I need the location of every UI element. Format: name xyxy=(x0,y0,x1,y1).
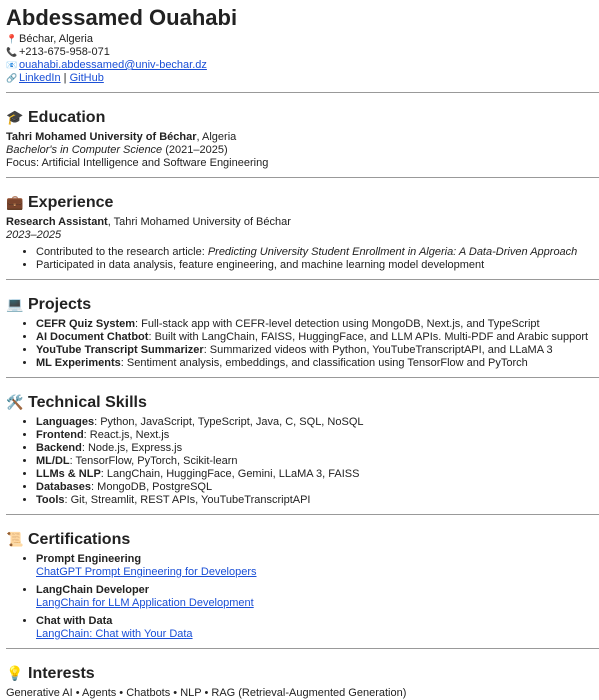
item-name: CEFR Quiz System xyxy=(36,318,136,330)
list-item: Prompt EngineeringChatGPT Prompt Enginee… xyxy=(36,553,599,579)
divider xyxy=(6,514,599,515)
cert-link[interactable]: LangChain: Chat with Your Data xyxy=(36,628,193,640)
article-title: Predicting University Student Enrollment… xyxy=(207,246,578,258)
list-item: Chat with DataLangChain: Chat with Your … xyxy=(36,615,599,641)
scroll-icon: 📜 xyxy=(6,531,24,547)
projects-section: 💻Projects CEFR Quiz System: Full-stack a… xyxy=(6,294,599,370)
divider xyxy=(6,648,599,649)
divider xyxy=(6,177,599,178)
resume: Abdessamed Ouahabi 📍 Béchar, Algeria 📞 +21… xyxy=(0,0,599,700)
item-name: LLMs & NLP xyxy=(36,468,101,480)
cert-name: Chat with Data xyxy=(36,615,113,627)
link-icon: 🔗 xyxy=(6,73,18,83)
section-title: Experience xyxy=(28,194,114,211)
list-item: Contributed to the research article: Pre… xyxy=(36,246,599,259)
location: Béchar, Algeria xyxy=(19,33,93,45)
skills-section: 🛠️Technical Skills Languages: Python, Ja… xyxy=(6,392,599,507)
list-item: LangChain DeveloperLangChain for LLM App… xyxy=(36,584,599,610)
briefcase-icon: 💼 xyxy=(6,194,24,210)
item-desc: : MongoDB, PostgreSQL xyxy=(91,481,213,493)
bullet-text: Participated in data analysis, feature e… xyxy=(36,259,485,271)
item-name: Backend xyxy=(36,442,82,454)
section-title: Education xyxy=(28,109,106,126)
list-item: ML Experiments: Sentiment analysis, embe… xyxy=(36,357,599,370)
education-section: 🎓 Education Tahri Mohamed University of B… xyxy=(6,107,599,170)
list-item: ML/DL: TensorFlow, PyTorch, Scikit-learn xyxy=(36,455,599,468)
item-desc: : Git, Streamlit, REST APIs, YouTubeTran… xyxy=(64,494,311,506)
dates: 2023–2025 xyxy=(6,229,62,241)
item-name: Languages xyxy=(36,416,95,428)
phone-icon: 📞 xyxy=(6,47,18,57)
school-location: , Algeria xyxy=(196,131,237,143)
experience-section: 💼 Experience Research Assistant, Tahri Mo… xyxy=(6,192,599,272)
section-title: Projects xyxy=(28,296,92,313)
section-title: Technical Skills xyxy=(28,394,147,411)
item-desc: : TensorFlow, PyTorch, Scikit-learn xyxy=(69,455,238,467)
list-item: Languages: Python, JavaScript, TypeScrip… xyxy=(36,416,599,429)
laptop-icon: 💻 xyxy=(6,296,24,312)
item-desc: : Full-stack app with CEFR-level detecti… xyxy=(135,318,540,330)
linkedin-link[interactable]: LinkedIn xyxy=(19,72,61,84)
cert-link[interactable]: ChatGPT Prompt Engineering for Developer… xyxy=(36,566,257,578)
degree: Bachelor's in Computer Science xyxy=(6,144,163,156)
item-desc: : React.js, Next.js xyxy=(83,429,170,441)
cert-name: LangChain Developer xyxy=(36,584,150,596)
item-name: Frontend xyxy=(36,429,84,441)
item-name: ML/DL xyxy=(36,455,70,467)
item-name: Databases xyxy=(36,481,92,493)
degree-years: (2021–2025) xyxy=(162,144,228,156)
item-desc: : LangChain, HuggingFace, Gemini, LLaMA … xyxy=(100,468,360,480)
divider xyxy=(6,279,599,280)
interests-section: 💡 Interests Generative AI • Agents • Chat… xyxy=(6,663,599,700)
item-desc: : Summarized videos with Python, YouTube… xyxy=(203,344,553,356)
email-icon: 📧 xyxy=(6,60,18,70)
item-name: AI Document Chatbot xyxy=(36,331,149,343)
lightbulb-icon: 💡 xyxy=(6,665,24,681)
pin-icon: 📍 xyxy=(6,34,18,44)
list-item: YouTube Transcript Summarizer: Summarize… xyxy=(36,344,599,357)
item-desc: : Sentiment analysis, embeddings, and cl… xyxy=(120,357,528,369)
divider xyxy=(6,92,599,93)
item-name: Tools xyxy=(36,494,65,506)
tools-icon: 🛠️ xyxy=(6,394,24,410)
section-title: Certifications xyxy=(28,531,131,548)
graduation-cap-icon: 🎓 xyxy=(6,109,24,125)
list-item: AI Document Chatbot: Built with LangChai… xyxy=(36,331,599,344)
item-desc: : Python, JavaScript, TypeScript, Java, … xyxy=(94,416,364,428)
contact-info: 📍 Béchar, Algeria 📞 +213-675-958-071 📧 ouah… xyxy=(6,33,599,85)
email-link[interactable]: ouahabi.abdessamed@univ-bechar.dz xyxy=(19,59,207,71)
name-heading: Abdessamed Ouahabi xyxy=(6,5,238,30)
list-item: CEFR Quiz System: Full-stack app with CE… xyxy=(36,318,599,331)
list-item: Databases: MongoDB, PostgreSQL xyxy=(36,481,599,494)
item-desc: : Built with LangChain, FAISS, HuggingFa… xyxy=(148,331,589,343)
school-name: Tahri Mohamed University of Béchar xyxy=(6,131,197,143)
cert-link[interactable]: LangChain for LLM Application Developmen… xyxy=(36,597,254,609)
separator: | xyxy=(63,72,67,84)
item-desc: : Node.js, Express.js xyxy=(81,442,183,454)
github-link[interactable]: GitHub xyxy=(70,72,104,84)
item-name: ML Experiments xyxy=(36,357,121,369)
cert-name: Prompt Engineering xyxy=(36,553,142,565)
focus: Focus: Artificial Intelligence and Softw… xyxy=(6,157,269,169)
phone: +213-675-958-071 xyxy=(19,46,110,58)
list-item: Frontend: React.js, Next.js xyxy=(36,429,599,442)
section-title: Interests xyxy=(28,665,95,682)
certifications-section: 📜Certifications Prompt EngineeringChatGP… xyxy=(6,529,599,641)
list-item: Tools: Git, Streamlit, REST APIs, YouTub… xyxy=(36,494,599,507)
item-name: YouTube Transcript Summarizer xyxy=(36,344,204,356)
role: Research Assistant xyxy=(6,216,108,228)
divider xyxy=(6,377,599,378)
list-item: LLMs & NLP: LangChain, HuggingFace, Gemi… xyxy=(36,468,599,481)
list-item: Participated in data analysis, feature e… xyxy=(36,259,599,272)
bullet-text: Contributed to the research article: xyxy=(36,246,208,258)
list-item: Backend: Node.js, Express.js xyxy=(36,442,599,455)
organization: , Tahri Mohamed University of Béchar xyxy=(107,216,291,228)
